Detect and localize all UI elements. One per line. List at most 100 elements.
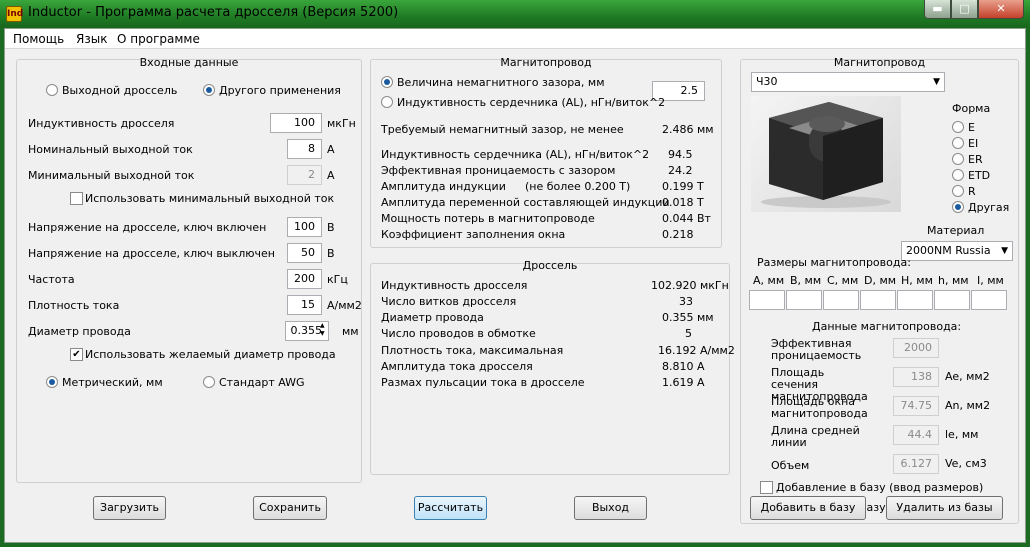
use-min-current-checkbox[interactable]: [70, 192, 83, 205]
freq-label: Частота: [28, 273, 75, 286]
core-row-note: (не более 0.200 Т): [525, 180, 631, 193]
inductor-row-value: 16.192 А/мм2: [658, 344, 735, 357]
maximize-icon[interactable]: □: [951, 0, 978, 19]
minimize-icon[interactable]: ▬: [924, 0, 951, 19]
core-row-label: Индуктивность сердечника (AL), нГн/виток…: [381, 148, 650, 161]
shape-radio[interactable]: [952, 153, 964, 165]
radio-other-use[interactable]: [203, 84, 215, 96]
use-min-current-label: Использовать минимальный выходной ток: [85, 192, 335, 205]
wire-spin-icon[interactable]: ▲ ▼: [320, 322, 325, 338]
wire-unit: мм: [342, 325, 359, 338]
add-to-db-button[interactable]: Добавить в базу: [750, 496, 866, 520]
core-row-value: 0.199 Т: [662, 180, 704, 193]
add-dims-checkbox[interactable]: [760, 481, 773, 494]
client-area: Помощь Язык О программе Входные данные В…: [4, 28, 1026, 543]
v-off-unit: В: [327, 247, 335, 260]
nom-current-label: Номинальный выходной ток: [28, 143, 193, 156]
input-panel: Входные данные Выходной дроссель Другого…: [16, 56, 362, 483]
window-title: Inductor - Программа расчета дросселя (В…: [28, 5, 399, 20]
inductor-row-label: Плотность тока, максимальная: [381, 344, 564, 357]
dim-label: I, мм: [977, 274, 1004, 287]
inductance-input[interactable]: 100: [270, 113, 322, 133]
dim-input[interactable]: [786, 290, 822, 310]
core-row-label: Требуемый немагнитный зазор, не менее: [381, 123, 624, 136]
material-title: Материал: [927, 224, 985, 237]
title-bar[interactable]: Ind Inductor - Программа расчета дроссел…: [0, 0, 1030, 28]
dim-input[interactable]: [860, 290, 896, 310]
inductance-label: Индуктивность дросселя: [28, 117, 175, 130]
inductor-row-value: 102.920 мкГн: [651, 279, 729, 292]
min-current-input[interactable]: 2: [287, 165, 322, 185]
density-input[interactable]: 15: [287, 295, 322, 315]
material-select[interactable]: 2000NM Russia ▼: [901, 241, 1013, 261]
dim-input[interactable]: [971, 290, 1007, 310]
menu-language[interactable]: Язык: [76, 32, 107, 46]
calculate-button[interactable]: Рассчитать: [414, 496, 487, 520]
menu-bar: Помощь Язык О программе: [5, 29, 1025, 49]
shape-label: EI: [968, 137, 979, 150]
inductor-row-label: Размах пульсации тока в дросселе: [381, 376, 585, 389]
shape-radio[interactable]: [952, 137, 964, 149]
inductor-row-label: Число витков дросселя: [381, 295, 517, 308]
inductor-row-value: 1.619 А: [662, 376, 705, 389]
core-row-value: 0.218: [662, 228, 694, 241]
radio-al-label: Индуктивность сердечника (AL), нГн/виток…: [397, 96, 666, 109]
core-row-label: Эффективная проницаемость с зазором: [381, 164, 616, 177]
inductor-row-value: 33: [679, 295, 693, 308]
core-row-value: 2.486 мм: [662, 123, 714, 136]
radio-metric[interactable]: [46, 376, 58, 388]
v-on-input[interactable]: 100: [287, 217, 322, 237]
core-row-label: Мощность потерь в магнитопроводе: [381, 212, 595, 225]
inductor-row-label: Диаметр провода: [381, 311, 484, 324]
dim-label: A, мм: [753, 274, 785, 287]
use-wire-checkbox[interactable]: ✔: [70, 348, 83, 361]
core-row-value: 0.018 Т: [662, 196, 704, 209]
inductor-row-label: Амплитуда тока дросселя: [381, 360, 533, 373]
wire-label: Диаметр провода: [28, 325, 131, 338]
core-row-value: 94.5: [668, 148, 693, 161]
freq-input[interactable]: 200: [287, 269, 322, 289]
exit-button[interactable]: Выход: [574, 496, 647, 520]
menu-about[interactable]: О программе: [117, 32, 200, 46]
param-unit: le, мм: [945, 428, 979, 441]
radio-awg[interactable]: [203, 376, 215, 388]
menu-help[interactable]: Помощь: [13, 32, 64, 46]
inductor-panel-title: Дроссель: [522, 259, 578, 272]
param-value: 6.127: [893, 454, 939, 474]
core-row-label: Коэффициент заполнения окна: [381, 228, 566, 241]
save-button[interactable]: Сохранить: [253, 496, 327, 520]
radio-gap[interactable]: [381, 76, 393, 88]
nom-current-input[interactable]: 8: [287, 139, 322, 159]
v-off-input[interactable]: 50: [287, 243, 322, 263]
load-button[interactable]: Загрузить: [93, 496, 166, 520]
dim-input[interactable]: [749, 290, 785, 310]
inductor-row-value: 5: [685, 327, 692, 340]
core-row-value: 0.044 Вт: [662, 212, 711, 225]
param-label: Площадь окна магнитопровода: [771, 395, 868, 420]
param-value: 2000: [893, 338, 939, 358]
close-icon[interactable]: ✕: [978, 0, 1024, 19]
dim-label: h, мм: [938, 274, 969, 287]
shape-label: ER: [968, 153, 983, 166]
use-wire-label: Использовать желаемый диаметр провода: [85, 348, 336, 361]
shape-radio[interactable]: [952, 121, 964, 133]
delete-from-db-button[interactable]: Удалить из базы: [886, 496, 1003, 520]
radio-output-choke[interactable]: [46, 84, 58, 96]
shape-radio[interactable]: [952, 185, 964, 197]
radio-al[interactable]: [381, 96, 393, 108]
inductor-row-value: 8.810 А: [662, 360, 705, 373]
shape-title: Форма: [952, 102, 991, 115]
dim-input[interactable]: [823, 290, 859, 310]
core-select[interactable]: Ч30 ▼: [751, 72, 945, 92]
param-unit: Ve, см3: [945, 457, 987, 470]
shape-radio-selected[interactable]: [952, 201, 964, 213]
nom-current-unit: А: [327, 143, 335, 156]
dim-input[interactable]: [934, 290, 970, 310]
shape-radio[interactable]: [952, 169, 964, 181]
shape-label: Другая: [968, 201, 1010, 214]
dim-input[interactable]: [897, 290, 933, 310]
core-image: [751, 96, 901, 212]
param-value: 44.4: [893, 425, 939, 445]
v-on-unit: В: [327, 221, 335, 234]
inductance-unit: мкГн: [327, 117, 356, 130]
